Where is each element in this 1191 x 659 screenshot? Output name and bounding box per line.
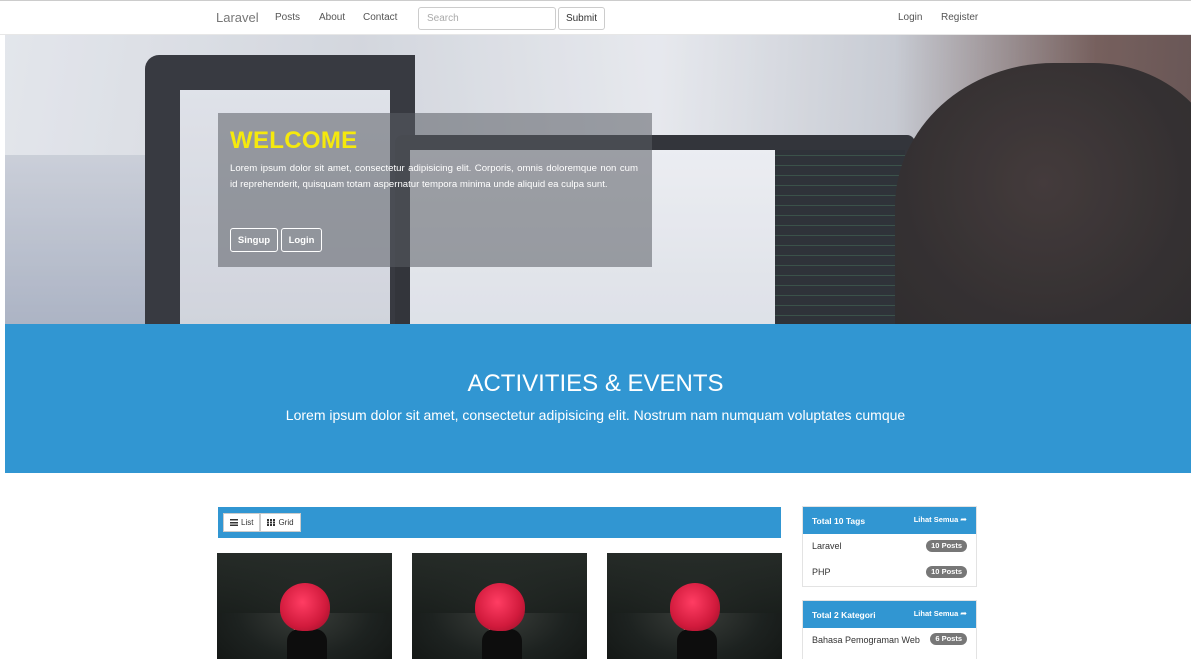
post-card-image[interactable]: [217, 553, 392, 659]
tags-panel: Total 10 Tags Lihat Semua ➦ Laravel 10 P…: [802, 506, 977, 587]
hero-login-button[interactable]: Login: [281, 228, 322, 252]
banner-subtitle: Lorem ipsum dolor sit amet, consectetur …: [285, 407, 906, 423]
grid-icon: [267, 519, 276, 526]
kategori-panel-title: Total 2 Kategori: [812, 610, 876, 620]
welcome-text: Lorem ipsum dolor sit amet, consectetur …: [230, 163, 638, 190]
kategori-panel: Total 2 Kategori Lihat Semua ➦ Bahasa Pe…: [802, 600, 977, 659]
tags-see-all-link[interactable]: Lihat Semua ➦: [914, 515, 967, 524]
kategori-count-badge: 6 Posts: [930, 633, 967, 645]
grid-view-label: Grid: [278, 518, 294, 527]
post-card-image[interactable]: [412, 553, 587, 659]
view-toggle-group: List Grid: [223, 513, 301, 532]
signup-button[interactable]: Singup: [230, 228, 278, 252]
list-view-button[interactable]: List: [223, 513, 261, 532]
card-person-hair: [475, 583, 525, 631]
tags-see-all-label: Lihat Semua: [913, 515, 959, 524]
list-icon: [230, 519, 238, 526]
share-icon: ➦: [960, 514, 967, 524]
card-person-hair: [670, 583, 720, 631]
kategori-panel-header: Total 2 Kategori Lihat Semua ➦: [803, 601, 976, 628]
nav-login-link[interactable]: Login: [898, 12, 922, 23]
nav-contact-link[interactable]: Contact: [363, 12, 397, 23]
card-person-hair: [280, 583, 330, 631]
list-view-label: List: [241, 518, 254, 527]
view-toolbar: [218, 507, 781, 538]
card-person-body: [482, 629, 522, 659]
welcome-title: WELCOME: [230, 127, 358, 154]
tags-panel-header: Total 10 Tags Lihat Semua ➦: [803, 507, 976, 534]
banner-title: ACTIVITIES & EVENTS: [467, 370, 724, 397]
kategori-see-all-link[interactable]: Lihat Semua ➦: [914, 609, 967, 618]
nav-posts-link[interactable]: Posts: [275, 12, 300, 23]
post-card-image[interactable]: [607, 553, 782, 659]
search-submit-button[interactable]: Submit: [558, 7, 605, 30]
search-input[interactable]: [418, 7, 556, 30]
kategori-see-all-label: Lihat Semua: [913, 609, 959, 618]
nav-about-link[interactable]: About: [319, 12, 345, 23]
tag-count-badge: 10 Posts: [926, 540, 967, 552]
grid-view-button[interactable]: Grid: [260, 513, 301, 532]
activities-banner: [5, 324, 1191, 473]
tag-count-badge: 10 Posts: [926, 566, 967, 578]
share-icon: ➦: [960, 608, 967, 618]
card-person-body: [287, 629, 327, 659]
nav-register-link[interactable]: Register: [941, 12, 978, 23]
tag-item-laravel[interactable]: Laravel: [812, 541, 842, 551]
navbar: Laravel Posts About Contact Submit Login…: [0, 0, 1191, 35]
tags-panel-title: Total 10 Tags: [812, 516, 866, 526]
kategori-item-web[interactable]: Bahasa Pemograman Web: [812, 635, 920, 645]
card-person-body: [677, 629, 717, 659]
brand-link[interactable]: Laravel: [216, 10, 259, 25]
tag-item-php[interactable]: PHP: [812, 567, 831, 577]
